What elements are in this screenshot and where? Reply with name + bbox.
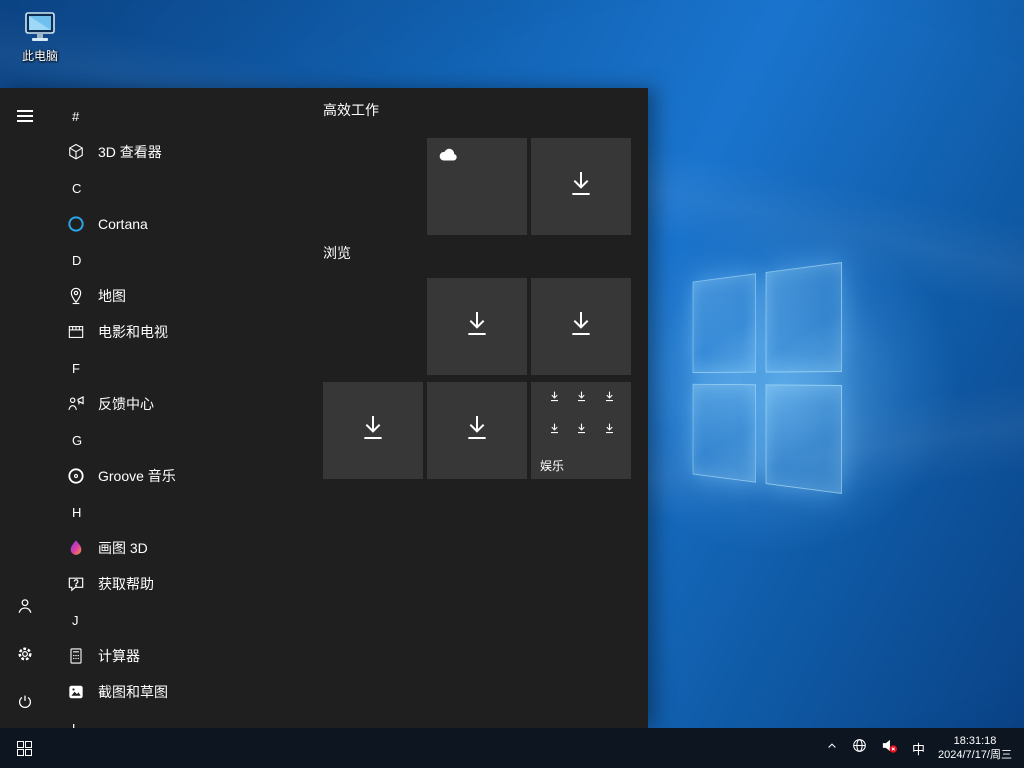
tile-group-header-productivity[interactable]: 高效工作	[323, 100, 379, 120]
user-account-button[interactable]	[11, 594, 39, 622]
cortana-icon	[64, 212, 88, 236]
download-arrow-icon	[575, 390, 588, 412]
app-list-item-movies-tv[interactable]: 电影和电视	[64, 314, 320, 350]
calculator-icon	[64, 644, 88, 668]
onedrive-cloud-icon	[437, 147, 459, 168]
user-icon	[15, 596, 35, 621]
tile-pending-download[interactable]	[531, 138, 631, 235]
maps-icon	[64, 284, 88, 308]
snip-sketch-icon	[64, 680, 88, 704]
download-arrow-icon	[548, 422, 561, 444]
app-list-letter-header[interactable]: J	[64, 602, 320, 638]
wallpaper-windows-logo	[693, 262, 842, 494]
gear-icon	[15, 644, 35, 669]
app-list: # 3D 查看器 C C	[48, 88, 320, 728]
app-list-item-calculator[interactable]: 计算器	[64, 638, 320, 674]
start-button[interactable]	[0, 728, 48, 768]
app-list-item-paint-3d[interactable]: 画图 3D	[64, 530, 320, 566]
tile-folder-entertainment[interactable]: 娱乐	[531, 382, 631, 479]
hamburger-icon	[17, 110, 33, 122]
app-list-item-feedback-hub[interactable]: 反馈中心	[64, 386, 320, 422]
tray-overflow-button[interactable]	[819, 728, 845, 768]
chevron-up-icon	[826, 739, 838, 757]
app-list-item-3d-viewer[interactable]: 3D 查看器	[64, 134, 320, 170]
this-pc-icon	[12, 10, 68, 46]
power-button[interactable]	[11, 690, 39, 718]
download-arrow-icon	[461, 308, 493, 345]
paint-3d-icon	[64, 536, 88, 560]
taskbar-clock[interactable]: 18:31:18 2024/7/17/周三	[932, 734, 1024, 762]
app-list-item-snip-sketch[interactable]: 截图和草图	[64, 674, 320, 710]
volume-muted-icon	[881, 737, 898, 759]
app-list-letter-header[interactable]: C	[64, 170, 320, 206]
clock-time: 18:31:18	[938, 734, 1012, 748]
download-arrow-icon	[357, 412, 389, 449]
folder-mini-tiles	[541, 390, 623, 444]
expand-menu-button[interactable]	[11, 102, 39, 130]
folder-tile-label: 娱乐	[540, 457, 564, 474]
settings-button[interactable]	[11, 642, 39, 670]
download-arrow-icon	[575, 422, 588, 444]
clock-date: 2024/7/17/周三	[938, 748, 1012, 762]
app-list-item-groove-music[interactable]: Groove 音乐	[64, 458, 320, 494]
network-button[interactable]	[845, 728, 874, 768]
desktop-icon-this-pc[interactable]: 此电脑	[12, 10, 68, 64]
get-help-icon	[64, 572, 88, 596]
tile-pending-download[interactable]	[427, 382, 527, 479]
volume-button[interactable]	[874, 728, 905, 768]
download-arrow-icon	[565, 308, 597, 345]
app-list-item-maps[interactable]: 地图	[64, 278, 320, 314]
app-list-letter-header[interactable]: F	[64, 350, 320, 386]
app-list-item-cortana[interactable]: Cortana	[64, 206, 320, 242]
download-arrow-icon	[603, 422, 616, 444]
movies-tv-icon	[64, 320, 88, 344]
power-icon	[16, 693, 34, 716]
app-list-letter-header[interactable]: G	[64, 422, 320, 458]
ime-indicator[interactable]: 中	[905, 728, 932, 768]
download-arrow-icon	[603, 390, 616, 412]
tile-pending-download[interactable]	[531, 278, 631, 375]
tile-pending-download[interactable]	[323, 382, 423, 479]
windows-logo-icon	[17, 741, 32, 756]
app-list-letter-header[interactable]: D	[64, 242, 320, 278]
app-list-letter-header[interactable]: #	[64, 98, 320, 134]
download-arrow-icon	[548, 390, 561, 412]
network-globe-icon	[852, 738, 867, 758]
desktop-icon-label: 此电脑	[12, 47, 68, 64]
start-menu-rail	[0, 88, 48, 728]
tile-onedrive[interactable]	[427, 138, 527, 235]
app-list-item-get-help[interactable]: 获取帮助	[64, 566, 320, 602]
download-arrow-icon	[565, 168, 597, 205]
feedback-hub-icon	[64, 392, 88, 416]
system-tray: 中 18:31:18 2024/7/17/周三	[819, 728, 1024, 768]
taskbar: 中 18:31:18 2024/7/17/周三	[0, 728, 1024, 768]
start-menu: # 3D 查看器 C C	[0, 88, 648, 728]
tile-pending-download[interactable]	[427, 278, 527, 375]
download-arrow-icon	[461, 412, 493, 449]
3d-viewer-icon	[64, 140, 88, 164]
groove-music-icon	[64, 464, 88, 488]
tile-group-header-browse[interactable]: 浏览	[323, 243, 351, 263]
tile-area: 高效工作 浏览	[323, 88, 643, 728]
desktop: 此电脑	[0, 0, 1024, 768]
app-list-letter-header[interactable]: H	[64, 494, 320, 530]
